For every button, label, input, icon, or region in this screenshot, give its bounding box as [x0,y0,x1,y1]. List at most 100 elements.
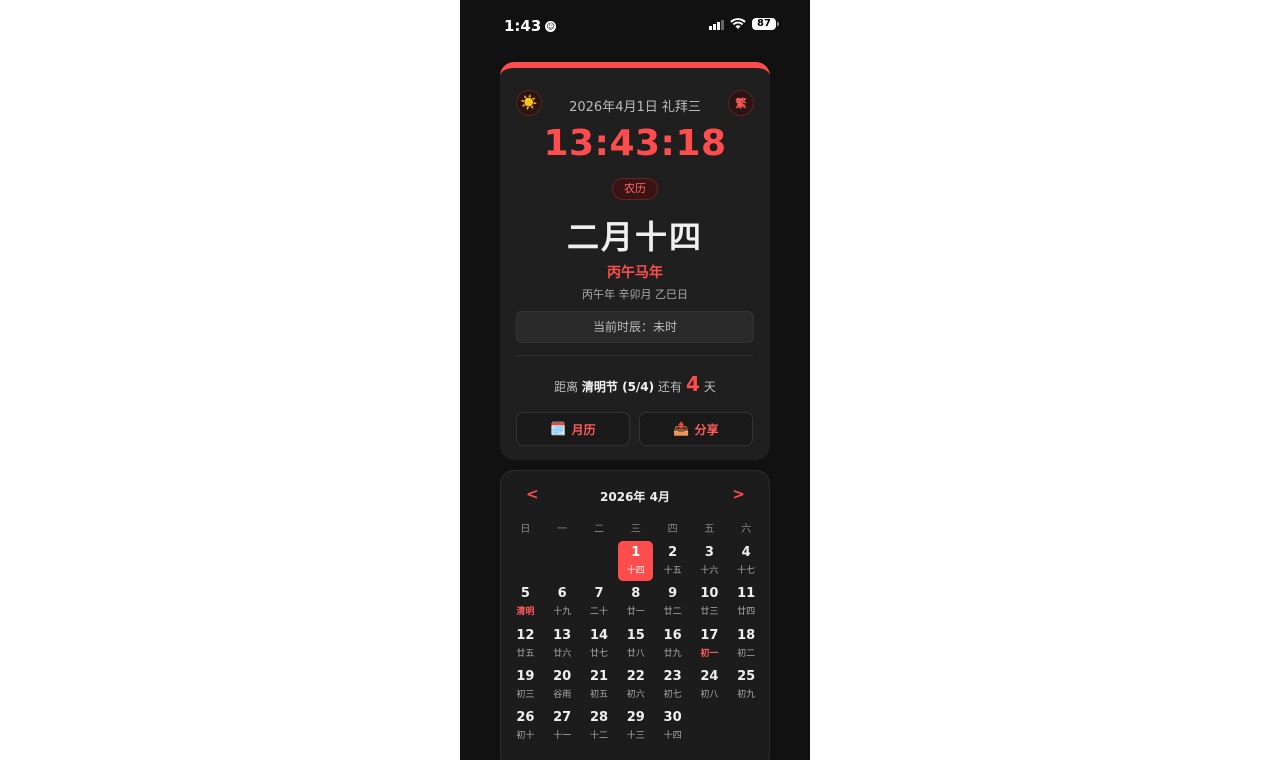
day-lunar-label: 廿八 [626,648,645,659]
calendar-day[interactable]: 3 十六 [692,541,727,582]
day-number: 14 [589,627,609,643]
countdown-middle: 还有 [657,380,682,394]
day-lunar-label: 初五 [589,689,608,700]
calendar-day[interactable]: 22 初六 [618,665,653,706]
day-lunar-label: 廿七 [589,648,608,659]
day-number: 10 [700,586,719,602]
day-lunar-label: 廿二 [663,607,682,618]
day-number: 24 [700,668,719,684]
share-button[interactable]: 📤 分享 [639,412,753,446]
day-number: 12 [516,627,535,643]
battery-icon: 87 [752,18,779,30]
day-number: 29 [626,710,645,726]
weekday-label: 四 [667,524,678,535]
day-lunar-label: 十七 [737,566,756,576]
day-lunar-label: 初十 [516,731,535,742]
day-number: 7 [594,586,604,602]
calendar-day[interactable]: 6 十九 [545,582,580,623]
day-number: 5 [520,586,530,602]
countdown-suffix: 天 [703,380,716,394]
day-lunar-label: 初六 [626,689,645,700]
calendar-day[interactable]: 25 初九 [729,665,764,706]
divider [516,355,754,356]
calendar-grid: 1 十四 2 十五 3 十六 4 十七 5 清明 6 十九 7 二十 8 廿一 9 廿二 10 廿三 11 廿四 12 廿五 1… [507,541,765,747]
calendar-day[interactable]: 24 初八 [692,665,727,706]
day-lunar-label: 廿九 [663,648,682,659]
calendar-day[interactable]: 21 初五 [582,665,617,706]
calendar-day[interactable]: 27 十一 [545,706,580,747]
face-id-icon: ☺ [545,20,557,32]
lunar-date: 二月十四 [566,218,703,256]
day-number: 16 [663,627,682,643]
calendar-month-title: 2026年 4月 [600,490,670,504]
calendar-day[interactable]: 29 十三 [618,706,653,747]
calendar-day-today[interactable]: 1 十四 [618,541,654,581]
day-lunar-label: 初八 [700,689,719,700]
day-lunar-label: 廿三 [700,607,719,618]
day-number: 15 [626,627,645,643]
calendar-day[interactable]: 7 二十 [582,582,617,623]
day-number: 26 [516,710,535,726]
calendar-day[interactable]: 2 十五 [655,541,690,582]
ganzhi-date: 丙午年 辛卯月 乙巳日 [582,288,688,301]
traditional-chinese-toggle-button[interactable]: 繁 [728,90,754,116]
weekday-label: 二 [593,524,604,535]
day-lunar-label: 十四 [663,731,682,742]
day-lunar-label: 十五 [663,566,682,576]
empty-day-cell [544,541,581,582]
day-number: 25 [737,668,756,684]
countdown-prefix: 距离 [554,380,579,394]
calendar-day[interactable]: 23 初七 [655,665,690,706]
month-calendar-button[interactable]: 🗓️ 月历 [516,412,630,446]
calendar-day[interactable]: 20 谷雨 [545,665,580,706]
calendar-day[interactable]: 30 十四 [655,706,690,747]
calendar-day[interactable]: 11 廿四 [729,582,764,623]
calendar-day[interactable]: 8 廿一 [618,582,653,623]
day-lunar-label: 初七 [663,689,682,700]
day-number: 3 [704,545,714,560]
day-number: 27 [553,710,572,726]
calendar-day[interactable]: 10 廿三 [692,582,727,623]
day-number: 20 [553,668,572,684]
day-number: 11 [737,586,756,602]
current-shichen: 当前时辰：未时 [516,311,754,343]
calendar-day[interactable]: 4 十七 [729,541,764,582]
calendar-day[interactable]: 18 初二 [729,624,764,665]
calendar-day[interactable]: 26 初十 [508,706,543,747]
month-calendar-label: 月历 [571,422,596,437]
day-number: 30 [663,710,682,726]
calendar-day[interactable]: 15 廿八 [618,624,653,665]
calendar-day[interactable]: 12 廿五 [508,624,543,665]
calendar-day[interactable]: 19 初三 [508,665,543,706]
day-lunar-label: 十二 [589,731,608,742]
day-number: 28 [589,710,609,726]
weekday-label: 六 [741,524,752,535]
festival-name: 清明节 (5/4) [581,380,655,394]
status-indicators: 87 [709,18,779,30]
lunar-badge: 农历 [612,178,658,200]
empty-day-cell [581,541,618,582]
calendar-day[interactable]: 28 十二 [582,706,617,747]
day-lunar-label: 初三 [516,689,535,700]
day-lunar-label: 清明 [516,607,535,618]
next-month-button[interactable]: > [732,485,745,503]
day-number: 22 [626,668,645,684]
calendar-day[interactable]: 14 廿七 [582,624,617,665]
weekday-label: 三 [630,524,641,535]
weekday-header: 日 一 二 三 四 五 六 [507,520,765,535]
calendar-day[interactable]: 9 廿二 [655,582,690,623]
zodiac-year: 丙午马年 [607,265,663,281]
calendar-day[interactable]: 17 初一 [692,624,727,665]
calendar-day[interactable]: 16 廿九 [655,624,690,665]
day-lunar-label: 十六 [700,566,719,576]
calendar-day[interactable]: 13 廿六 [545,624,580,665]
calendar-icon: 🗓️ [550,421,567,437]
day-number: 19 [516,668,535,684]
day-number: 8 [631,586,641,602]
day-lunar-label: 谷雨 [553,689,572,700]
calendar-day[interactable]: 5 清明 [508,582,543,623]
day-number: 23 [663,668,682,684]
day-lunar-label: 十四 [626,566,645,576]
status-time: 1:43 ☺ [504,17,557,35]
today-card: ☀️ 2026年4月1日 礼拜三 繁 13:43:18 农历 二月十四 丙午马年… [500,62,770,460]
